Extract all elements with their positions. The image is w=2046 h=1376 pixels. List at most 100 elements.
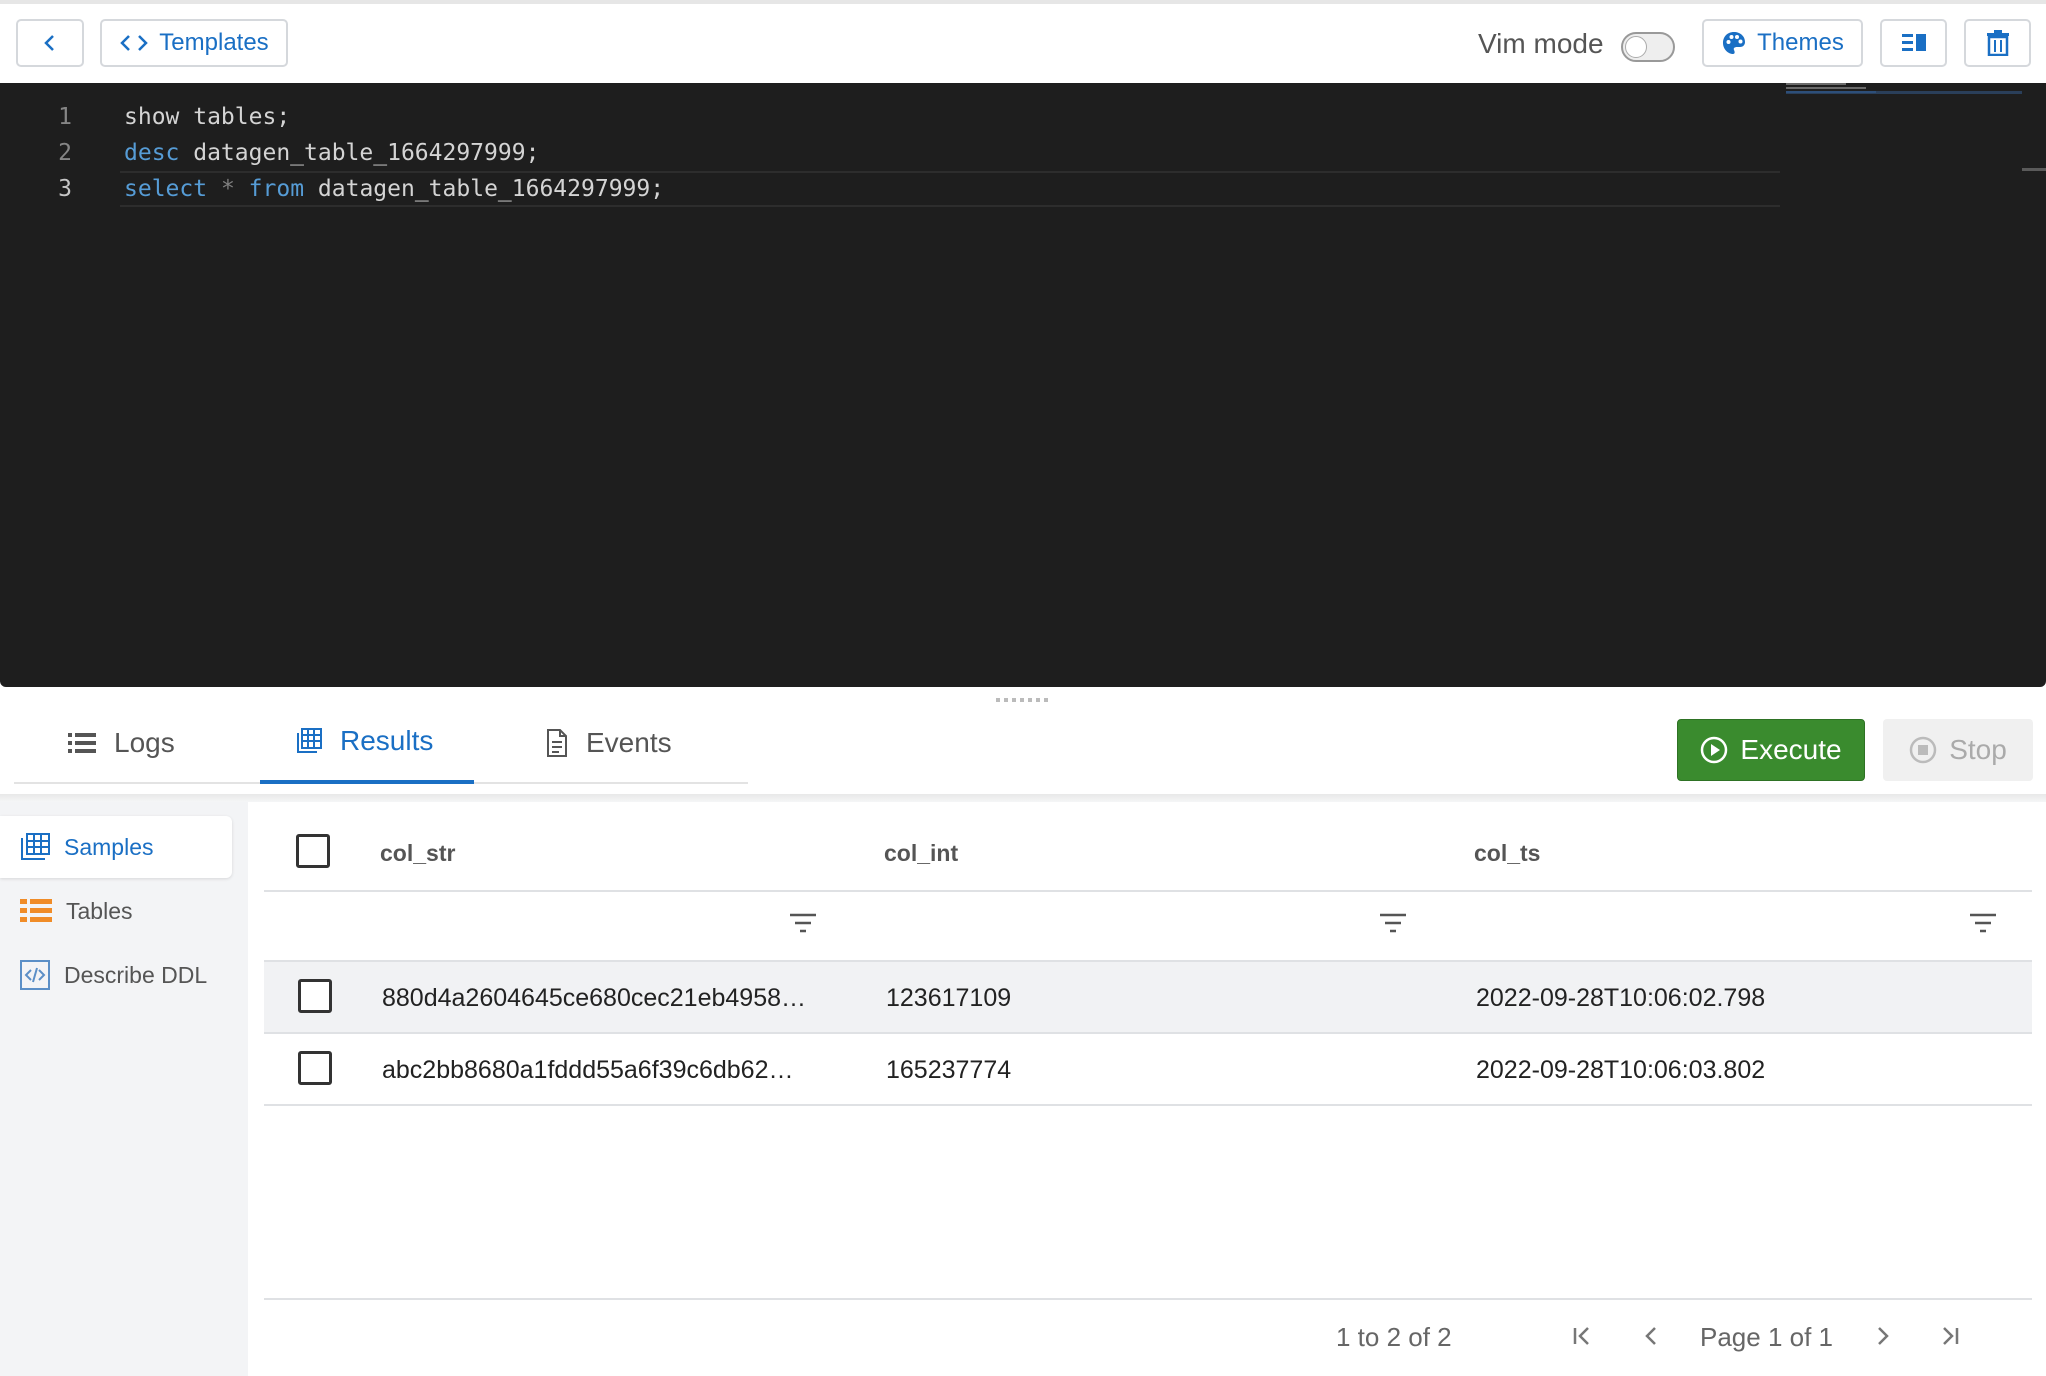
themes-button[interactable]: Themes [1702,19,1863,67]
palette-icon [1723,32,1746,54]
tab-results[interactable]: Results [260,702,474,784]
sql-keyword: from [248,176,305,202]
cell-col-str: abc2bb8680a1fddd55a6f39c6db62… [382,1056,794,1084]
sidebar-item-describe-ddl[interactable]: Describe DDL [0,944,232,1006]
templates-button[interactable]: Templates [100,19,288,67]
tab-results-label: Results [340,725,434,756]
chevron-left-icon [44,35,54,51]
tab-events-label: Events [586,727,672,758]
filter-icon[interactable] [1968,912,1998,934]
page-indicator: Page 1 of 1 [1700,1322,1833,1352]
cell-col-str: 880d4a2604645ce680cec21eb4958… [382,984,806,1012]
code-token: * [220,176,235,202]
sidebar-item-label: Tables [66,897,133,924]
first-page-icon [1573,1327,1589,1345]
grid-filter-row [264,890,2032,962]
stop-button[interactable]: Stop [1883,719,2033,781]
grip-dot [1020,698,1024,702]
minimap[interactable] [1786,83,2022,97]
stop-label: Stop [1949,734,2007,765]
filter-icon[interactable] [788,912,818,934]
sql-keyword: desc [124,140,180,166]
result-tabs: Logs Results Events [14,702,748,784]
sidebar-item-tables[interactable]: Tables [0,880,232,942]
chevron-right-icon [1878,1327,1889,1345]
grip-dot [1028,698,1032,702]
trash-icon [1986,30,2009,56]
first-page-button[interactable] [1566,1320,1598,1352]
back-button[interactable] [16,19,84,67]
code-token: datagen_table_1664297999; [304,176,665,202]
vim-mode-toggle[interactable] [1621,32,1675,62]
line-number: 2 [58,140,72,166]
tab-events[interactable]: Events [546,702,726,784]
code-line[interactable]: 2 desc datagen_table_1664297999; [0,135,1780,171]
code-token: show tables; [124,104,291,130]
line-number: 3 [58,176,72,202]
results-sidebar: Samples Tables Describe DDL [0,802,248,1376]
execute-button[interactable]: Execute [1677,719,1865,781]
last-page-icon [1943,1327,1959,1345]
table-row[interactable]: abc2bb8680a1fddd55a6f39c6db62… 165237774… [264,1034,2032,1106]
row-checkbox[interactable] [298,1051,332,1085]
sql-keyword: select [124,176,208,202]
templates-label: Templates [159,29,269,56]
vim-mode-label: Vim mode [1478,28,1604,59]
previous-page-button[interactable] [1636,1320,1668,1352]
split-layout-icon [1901,34,1926,51]
grip-dot [1036,698,1040,702]
top-toolbar: Templates Vim mode Themes [0,0,2046,83]
grip-dot [1004,698,1008,702]
play-circle-icon [1701,736,1728,764]
scrollbar-marker [2022,168,2046,171]
sql-editor[interactable]: 1 show tables; 2 desc datagen_table_1664297… [0,83,2046,687]
themes-label: Themes [1757,29,1844,56]
code-text: desc datagen_table_1664297999; [124,135,539,171]
grip-dot [996,698,1000,702]
code-text: show tables; [124,99,290,135]
grip-dot [1012,698,1016,702]
tab-logs[interactable]: Logs [68,702,218,784]
minimap-line [1786,83,1846,85]
table-row[interactable]: 880d4a2604645ce680cec21eb4958… 123617109… [264,962,2032,1034]
grid-table-icon [297,728,322,753]
grid-footer-divider [264,1298,2032,1300]
toggle-layout-button[interactable] [1880,19,1947,67]
minimap-line [1786,91,1876,93]
code-brackets-icon [120,35,149,51]
sidebar-item-label: Samples [64,833,154,860]
pager-range: 1 to 2 of 2 [1336,1322,1452,1352]
stop-circle-icon [1909,736,1937,764]
column-header-col-int[interactable]: col_int [884,840,958,867]
clear-editor-button[interactable] [1964,19,2031,67]
row-checkbox[interactable] [298,979,332,1013]
cell-col-int: 123617109 [886,984,1012,1012]
grid-table-icon [21,833,50,860]
panel-divider [0,794,2046,802]
sidebar-item-label: Describe DDL [64,961,208,988]
cell-col-ts: 2022-09-28T10:06:03.802 [1476,1056,1766,1084]
last-page-button[interactable] [1934,1320,1966,1352]
list-icon [68,733,96,753]
execute-label: Execute [1740,734,1842,765]
column-header-col-ts[interactable]: col_ts [1474,840,1540,867]
resize-handle[interactable] [994,690,1054,702]
results-grid: col_str col_int col_ts 880d4a2604645ce68… [264,816,2032,1304]
tab-logs-label: Logs [114,727,175,758]
code-line[interactable]: 1 show tables; [0,99,1780,135]
sidebar-item-samples[interactable]: Samples [0,816,232,878]
line-number: 1 [58,104,72,130]
list-icon [20,899,52,922]
chevron-left-icon [1645,1327,1656,1345]
code-token: datagen_table_1664297999; [179,140,540,166]
minimap-line [1786,87,1866,89]
code-line[interactable]: 3 select * from datagen_table_1664297999; [0,171,1780,207]
column-header-col-str[interactable]: col_str [380,840,455,867]
grid-header-row: col_str col_int col_ts [264,816,2032,892]
next-page-button[interactable] [1866,1320,1898,1352]
select-all-checkbox[interactable] [296,834,330,868]
cell-col-int: 165237774 [886,1056,1012,1084]
filter-icon[interactable] [1378,912,1408,934]
